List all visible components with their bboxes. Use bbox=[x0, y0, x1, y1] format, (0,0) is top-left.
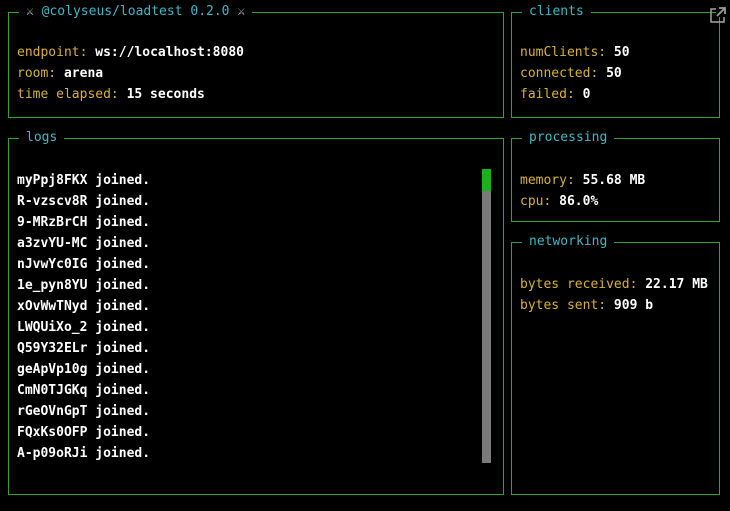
failed-label: failed: bbox=[520, 87, 575, 102]
memory-label: memory: bbox=[520, 173, 575, 188]
cpu-row: cpu: 86.0% bbox=[520, 191, 598, 212]
networking-panel: networking bytes received: 22.17 MB byte… bbox=[511, 233, 720, 495]
memory-row: memory: 55.68 MB bbox=[520, 170, 645, 191]
memory-value: 55.68 MB bbox=[582, 173, 646, 188]
log-line: geApVp10g joined. bbox=[17, 362, 151, 377]
bytes-received-label: bytes received: bbox=[520, 277, 638, 292]
room-value: arena bbox=[63, 66, 104, 81]
app-title: ⚔ @colyseus/loadtest 0.2.0 ⚔ bbox=[19, 3, 253, 21]
cpu-value: 86.0% bbox=[559, 194, 599, 209]
clients-title: clients bbox=[522, 3, 591, 21]
room-row: room: arena bbox=[17, 63, 103, 84]
log-line: CmN0TJGKq joined. bbox=[17, 383, 151, 398]
log-line: R-vzscv8R joined. bbox=[17, 194, 151, 209]
num-clients-row: numClients: 50 bbox=[520, 42, 630, 63]
connected-value: 50 bbox=[606, 66, 622, 81]
popout-icon[interactable] bbox=[710, 6, 727, 23]
log-line: a3zvYU-MC joined. bbox=[17, 236, 151, 251]
clients-panel: clients numClients: 50 connected: 50 fai… bbox=[511, 3, 720, 118]
failed-row: failed: 0 bbox=[520, 84, 590, 105]
log-line: A-p09oRJi joined. bbox=[17, 446, 151, 461]
networking-title: networking bbox=[522, 233, 615, 251]
endpoint-label: endpoint: bbox=[17, 45, 88, 60]
log-line: xOvWwTNyd joined. bbox=[17, 299, 151, 314]
time-elapsed-row: time elapsed: 15 seconds bbox=[17, 84, 205, 105]
cpu-label: cpu: bbox=[520, 194, 552, 209]
bytes-sent-row: bytes sent: 909 b bbox=[520, 295, 653, 316]
endpoint-row: endpoint: ws://localhost:8080 bbox=[17, 42, 244, 63]
bytes-received-value: 22.17 MB bbox=[645, 277, 708, 292]
crossed-swords-icon: ⚔ bbox=[237, 4, 246, 19]
time-elapsed-value: 15 seconds bbox=[126, 87, 205, 102]
log-line: FQxKs0OFP joined. bbox=[17, 425, 151, 440]
processing-title: processing bbox=[522, 129, 615, 147]
num-clients-value: 50 bbox=[613, 45, 630, 60]
log-scrollbar-thumb[interactable] bbox=[482, 169, 491, 191]
app-title-text: @colyseus/loadtest 0.2.0 bbox=[41, 4, 230, 19]
bytes-sent-label: bytes sent: bbox=[520, 298, 607, 313]
connected-row: connected: 50 bbox=[520, 63, 622, 84]
time-elapsed-label: time elapsed: bbox=[17, 87, 119, 102]
bytes-sent-value: 909 b bbox=[613, 298, 654, 313]
log-line: rGeOVnGpT joined. bbox=[17, 404, 151, 419]
log-line: Q59Y32ELr joined. bbox=[17, 341, 151, 356]
num-clients-label: numClients: bbox=[520, 45, 607, 60]
log-line: myPpj8FKX joined. bbox=[17, 173, 151, 188]
processing-panel: processing memory: 55.68 MB cpu: 86.0% bbox=[511, 129, 720, 222]
log-line: 9-MRzBrCH joined. bbox=[17, 215, 151, 230]
log-line: nJvwYc0IG joined. bbox=[17, 257, 151, 272]
logs-title: logs bbox=[19, 129, 65, 147]
log-line: 1e_pyn8YU joined. bbox=[17, 278, 151, 293]
log-scrollbar[interactable] bbox=[482, 169, 491, 463]
logs-panel: logs myPpj8FKX joined. R-vzscv8R joined. 9… bbox=[8, 129, 504, 495]
crossed-swords-icon: ⚔ bbox=[26, 4, 34, 19]
main-panel: ⚔ @colyseus/loadtest 0.2.0 ⚔ endpoint: w… bbox=[8, 3, 504, 118]
log-line: LWQUiXo_2 joined. bbox=[17, 320, 151, 335]
endpoint-value: ws://localhost:8080 bbox=[95, 45, 244, 60]
bytes-received-row: bytes received: 22.17 MB bbox=[520, 274, 708, 295]
failed-value: 0 bbox=[582, 87, 591, 102]
room-label: room: bbox=[17, 66, 57, 81]
connected-label: connected: bbox=[520, 66, 599, 81]
